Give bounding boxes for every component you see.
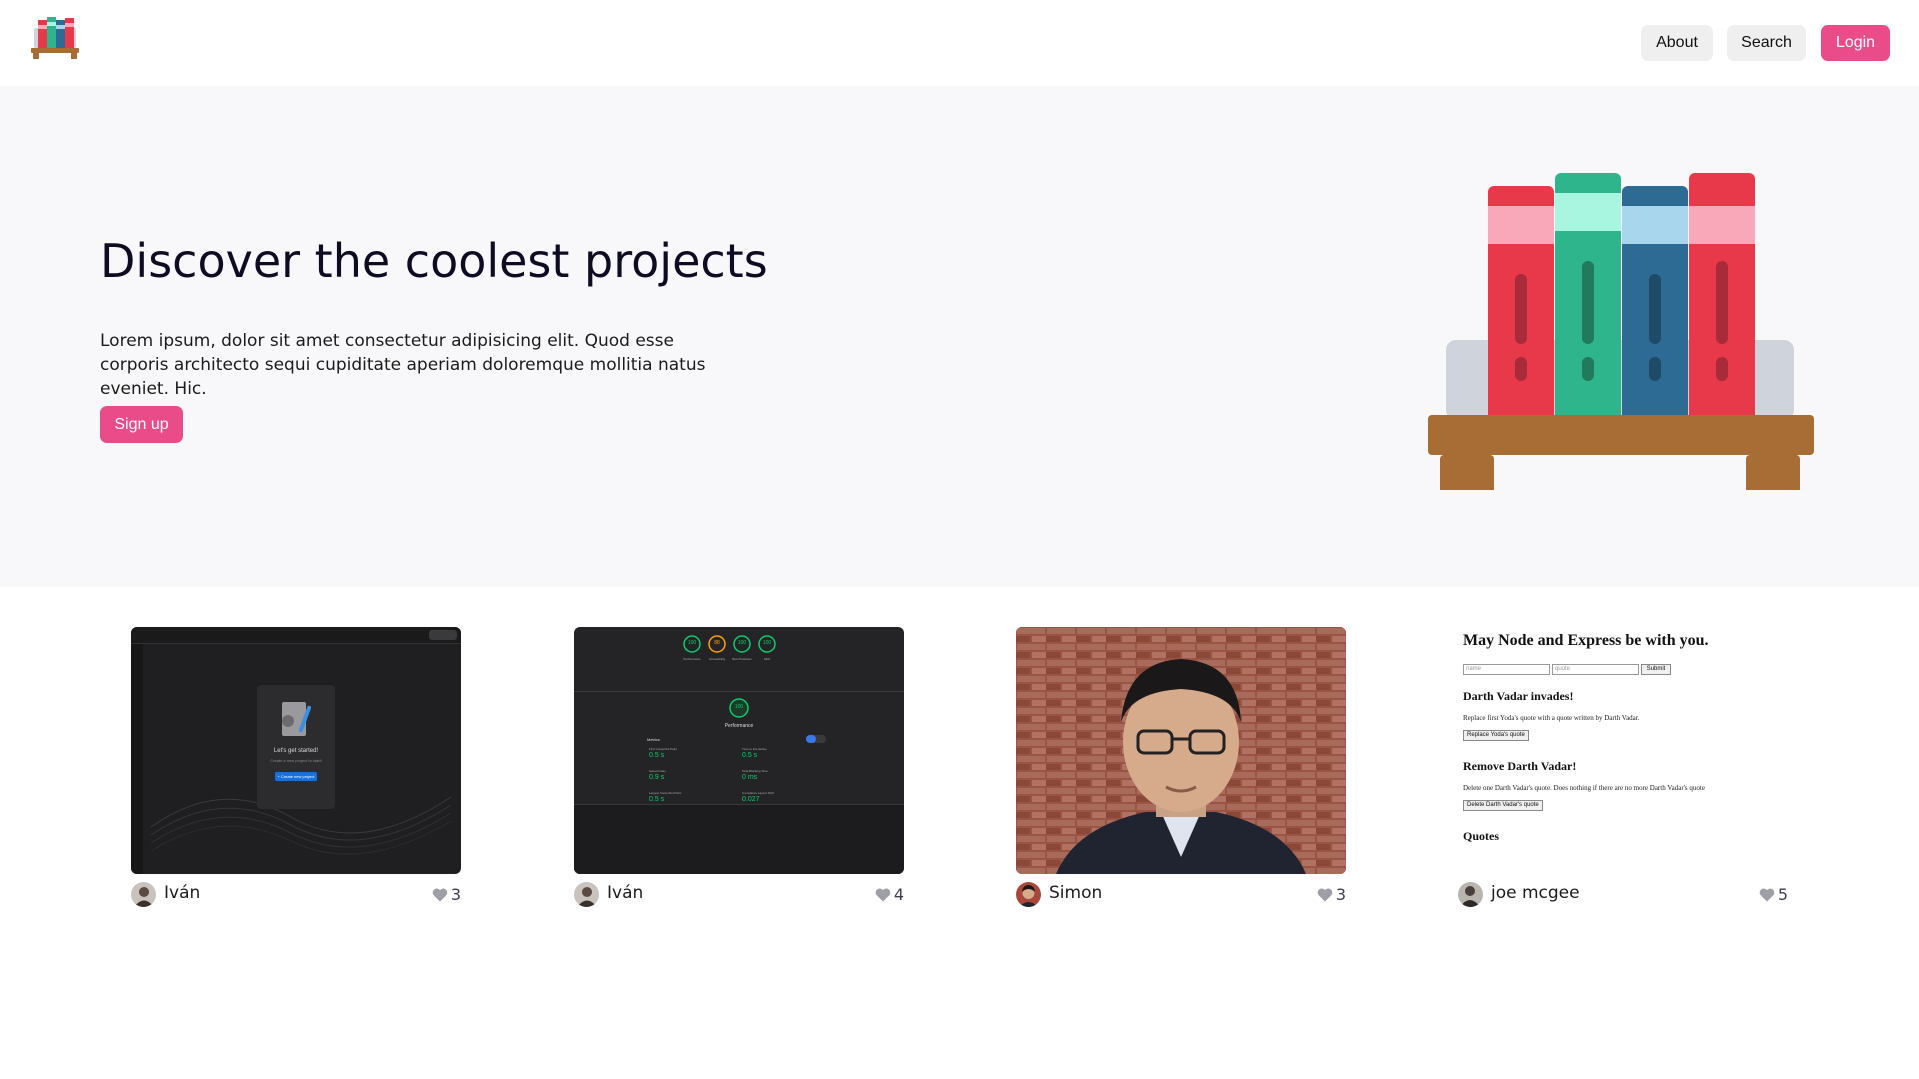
card-meta: Iván 4 [574,882,904,908]
author-name[interactable]: joe mcgee [1491,883,1580,903]
signup-button[interactable]: Sign up [100,406,183,443]
metric-label: Largest Contentful Paint [649,791,682,795]
score-1: 100 [687,640,697,646]
author-name[interactable]: Iván [164,883,200,903]
thumb-heading: May Node and Express be with you. [1463,632,1709,649]
metrics-title: Metrics [647,737,660,742]
heart-icon [432,888,448,901]
score-2: 88 [714,640,720,646]
score-4: 100 [762,640,772,646]
thumb-submit: Submit [1641,664,1671,675]
hero-description: Lorem ipsum, dolor sit amet consectetur … [100,331,706,399]
like-count: 5 [1777,885,1788,904]
thumb-delete-button: Delete Darth Vadar's quote [1463,800,1543,811]
metric-label: Cumulative Layout Shift [742,791,774,795]
thumb-section-text: Replace first Yoda's quote with a quote … [1463,714,1640,722]
metric-value: 0.027 [742,796,760,803]
project-thumbnail[interactable]: 100 88 100 100 Performance Accessibility… [574,627,904,874]
thumb-section-title: Quotes [1463,829,1499,843]
portrait-photo [1016,627,1346,874]
author-name[interactable]: Simon [1049,883,1102,903]
thumb-quote-field: quote [1552,664,1639,675]
likes[interactable]: 5 [1759,884,1788,906]
view-toggle [806,735,826,743]
score-label-4: SEO [763,657,771,661]
thumb-divider [574,691,904,692]
metric-value: 0 ms [742,774,758,781]
like-count: 3 [450,885,461,904]
author-name[interactable]: Iván [607,883,643,903]
thumb-modal-subtitle: Create a new project to start! [270,758,322,763]
document-icon [282,702,312,736]
metric-value: 0.5 s [649,752,665,759]
metric-label: First Contentful Paint [649,747,678,751]
metric-value: 0.5 s [649,796,665,803]
thumb-name-field: name [1463,664,1550,675]
metric-value: 0.9 s [649,774,665,781]
thumb-modal: Let's get started! Create a new project … [257,685,335,809]
like-count: 4 [893,885,904,904]
metric-label: Total Blocking Time [742,769,768,773]
thumb-section-title: Remove Darth Vadar! [1463,759,1577,773]
about-button[interactable]: About [1641,25,1713,61]
card-meta: Simon 3 [1016,882,1346,908]
likes[interactable]: 3 [1317,884,1346,906]
metric-value: 0.5 s [742,752,758,759]
card-meta: Iván 3 [131,882,461,908]
thumb-topbar [131,627,461,644]
metric-label: Speed Index [649,769,666,773]
metric-label: Time to Interactive [742,747,767,751]
author-avatar[interactable] [574,882,599,907]
bookshelf-illustration [1428,173,1814,490]
author-avatar[interactable] [131,882,156,907]
heart-icon [875,888,891,901]
project-thumbnail[interactable]: May Node and Express be with you. name q… [1458,627,1788,874]
site-header: About Search Login [0,0,1919,86]
likes[interactable]: 3 [432,884,461,906]
project-thumbnail[interactable]: Let's get started! Create a new project … [131,627,461,874]
thumb-avatar-chip [429,630,457,640]
hero-section: Discover the coolest projects Lorem ipsu… [0,86,1919,587]
thumb-modal-title: Let's get started! [273,748,319,754]
card-meta: joe mcgee 5 [1458,882,1788,908]
author-avatar[interactable] [1458,882,1483,907]
heart-icon [1759,888,1775,901]
thumb-create-button: + Create new project [275,772,317,781]
main-score-label: Performance [724,723,754,729]
thumb-section-title: Darth Vadar invades! [1463,689,1574,703]
devtools-panel [574,804,904,874]
score-3: 100 [737,640,747,646]
hero-title: Discover the coolest projects [100,234,768,288]
project-thumbnail[interactable] [1016,627,1346,874]
thumb-section-text: Delete one Darth Vadar's quote. Does not… [1463,784,1705,792]
heart-icon [1317,888,1333,901]
likes[interactable]: 4 [875,884,904,906]
login-button[interactable]: Login [1821,25,1890,61]
search-button[interactable]: Search [1727,25,1806,61]
thumb-replace-button: Replace Yoda's quote [1463,730,1529,741]
like-count: 3 [1335,885,1346,904]
bookshelf-logo-icon[interactable] [30,16,80,60]
author-avatar[interactable] [1016,882,1041,907]
main-score: 100 [734,704,744,710]
